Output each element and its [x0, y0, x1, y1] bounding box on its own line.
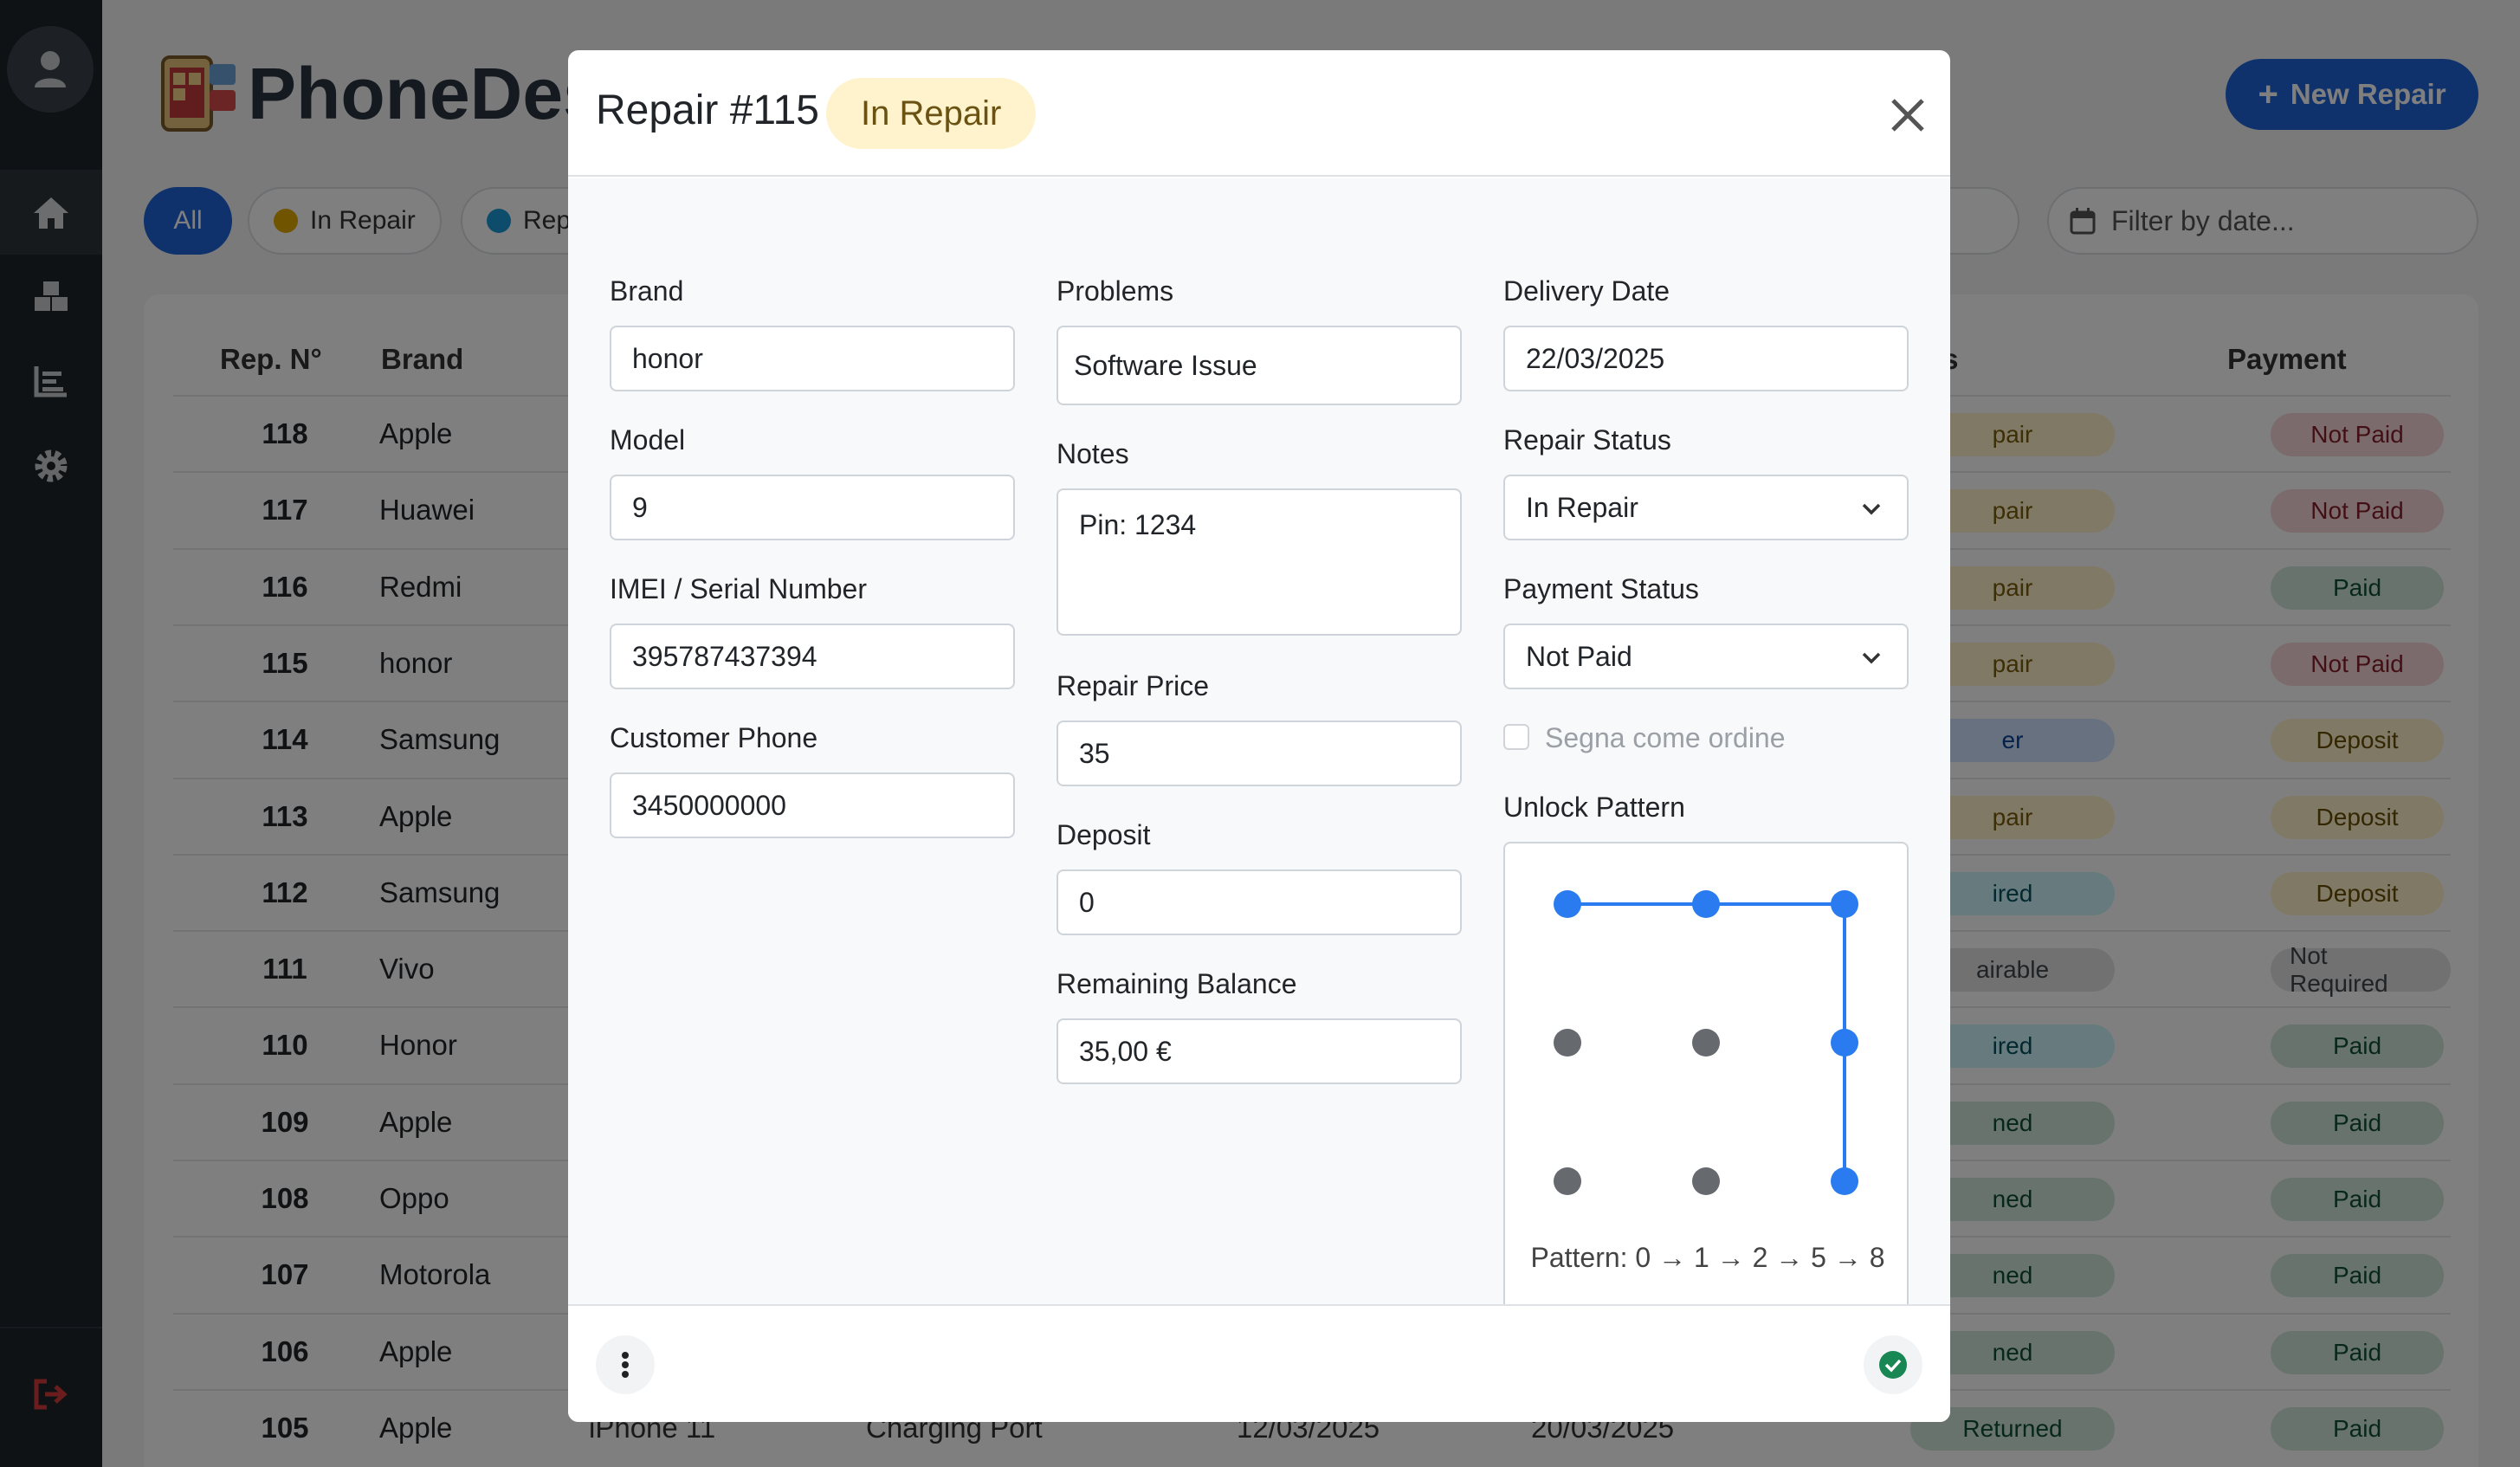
status-badge: In Repair	[826, 78, 1037, 149]
customer-phone-label: Customer Phone	[610, 722, 818, 753]
vertical-dots-icon	[622, 1352, 629, 1378]
imei-field[interactable]: 395787437394	[610, 624, 1015, 689]
customer-phone-field[interactable]: 3450000000	[610, 772, 1015, 838]
order-checkbox[interactable]	[1503, 724, 1529, 750]
pattern-dot[interactable]	[1692, 1167, 1720, 1195]
model-label: Model	[610, 424, 686, 456]
pattern-dot[interactable]	[1554, 890, 1581, 918]
pattern-dot[interactable]	[1554, 1029, 1581, 1057]
payment-status-select[interactable]: Not Paid	[1503, 624, 1909, 689]
deposit-field[interactable]: 0	[1056, 869, 1462, 935]
notes-textarea[interactable]: Pin: 1234	[1056, 488, 1462, 636]
payment-status-value: Not Paid	[1526, 640, 1632, 672]
repair-price-label: Repair Price	[1056, 670, 1210, 701]
modal-title: Repair #115	[596, 87, 819, 133]
pattern-dot[interactable]	[1692, 1029, 1720, 1057]
pattern-dot[interactable]	[1692, 890, 1720, 918]
more-options-button[interactable]	[596, 1335, 655, 1394]
check-circle-icon	[1879, 1351, 1907, 1379]
remaining-balance-field: 35,00 €	[1056, 1018, 1462, 1084]
chevron-down-icon	[1862, 503, 1881, 515]
unlock-pattern-grid[interactable]: Pattern: 0 → 1 → 2 → 5 → 8	[1503, 842, 1909, 1313]
delivery-date-field[interactable]: 22/03/2025	[1503, 326, 1909, 391]
repair-status-select[interactable]: In Repair	[1503, 475, 1909, 540]
delivery-date-label: Delivery Date	[1503, 275, 1670, 307]
pattern-sequence-text: Pattern: 0 → 1 → 2 → 5 → 8	[1530, 1242, 1885, 1273]
notes-label: Notes	[1056, 438, 1129, 469]
repair-price-field[interactable]: 35	[1056, 721, 1462, 786]
modal-body: Brand honor Model 9 IMEI / Serial Number…	[568, 178, 1950, 1313]
chevron-down-icon	[1862, 652, 1881, 664]
repair-modal: Repair #115 In Repair Brand honor Model …	[568, 50, 1950, 1422]
problems-label: Problems	[1056, 275, 1174, 307]
modal-header: Repair #115 In Repair	[568, 50, 1950, 177]
repair-status-label: Repair Status	[1503, 424, 1671, 456]
problems-field[interactable]: Software Issue	[1056, 326, 1462, 405]
pattern-dot[interactable]	[1831, 1167, 1858, 1195]
model-field[interactable]: 9	[610, 475, 1015, 540]
order-checkbox-label: Segna come ordine	[1545, 722, 1786, 753]
save-button[interactable]	[1864, 1335, 1922, 1394]
brand-label: Brand	[610, 275, 684, 307]
unlock-pattern-label: Unlock Pattern	[1503, 792, 1685, 823]
modal-footer	[568, 1304, 1950, 1422]
brand-field[interactable]: honor	[610, 326, 1015, 391]
pattern-dot[interactable]	[1831, 1029, 1858, 1057]
payment-status-label: Payment Status	[1503, 573, 1699, 604]
pattern-dot[interactable]	[1831, 890, 1858, 918]
deposit-label: Deposit	[1056, 819, 1151, 850]
remaining-balance-label: Remaining Balance	[1056, 968, 1297, 999]
pattern-drawing	[1554, 890, 1858, 1195]
pattern-dot[interactable]	[1554, 1167, 1581, 1195]
imei-label: IMEI / Serial Number	[610, 573, 867, 604]
repair-status-value: In Repair	[1526, 491, 1638, 523]
close-button[interactable]	[1886, 94, 1929, 137]
close-icon	[1891, 99, 1924, 132]
